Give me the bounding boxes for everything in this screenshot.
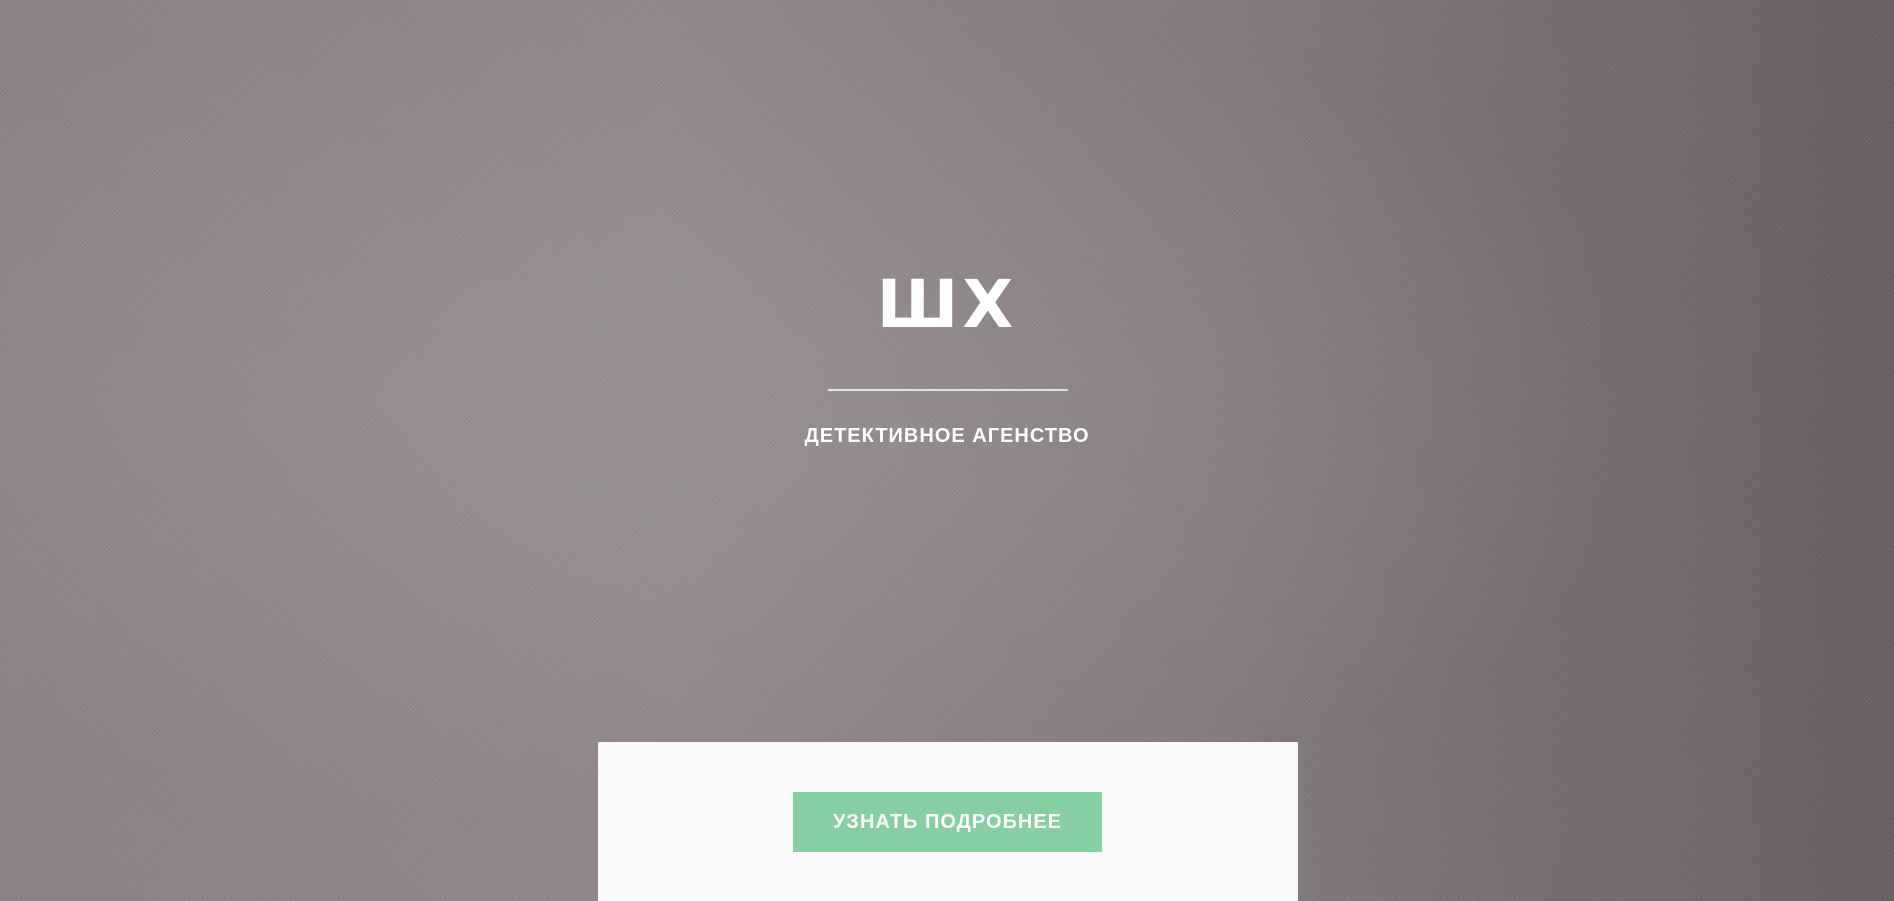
logo-divider xyxy=(828,389,1068,391)
hero-section: ШХ ДЕТЕКТИВНОЕ АГЕНСТВО УЗНАТЬ ПОДРОБНЕЕ xyxy=(0,0,1894,901)
site-tagline: ДЕТЕКТИВНОЕ АГЕНСТВО xyxy=(804,425,1090,447)
site-logo: ШХ xyxy=(876,266,1018,343)
learn-more-button[interactable]: УЗНАТЬ ПОДРОБНЕЕ xyxy=(793,792,1102,852)
cta-card: УЗНАТЬ ПОДРОБНЕЕ xyxy=(598,742,1298,901)
